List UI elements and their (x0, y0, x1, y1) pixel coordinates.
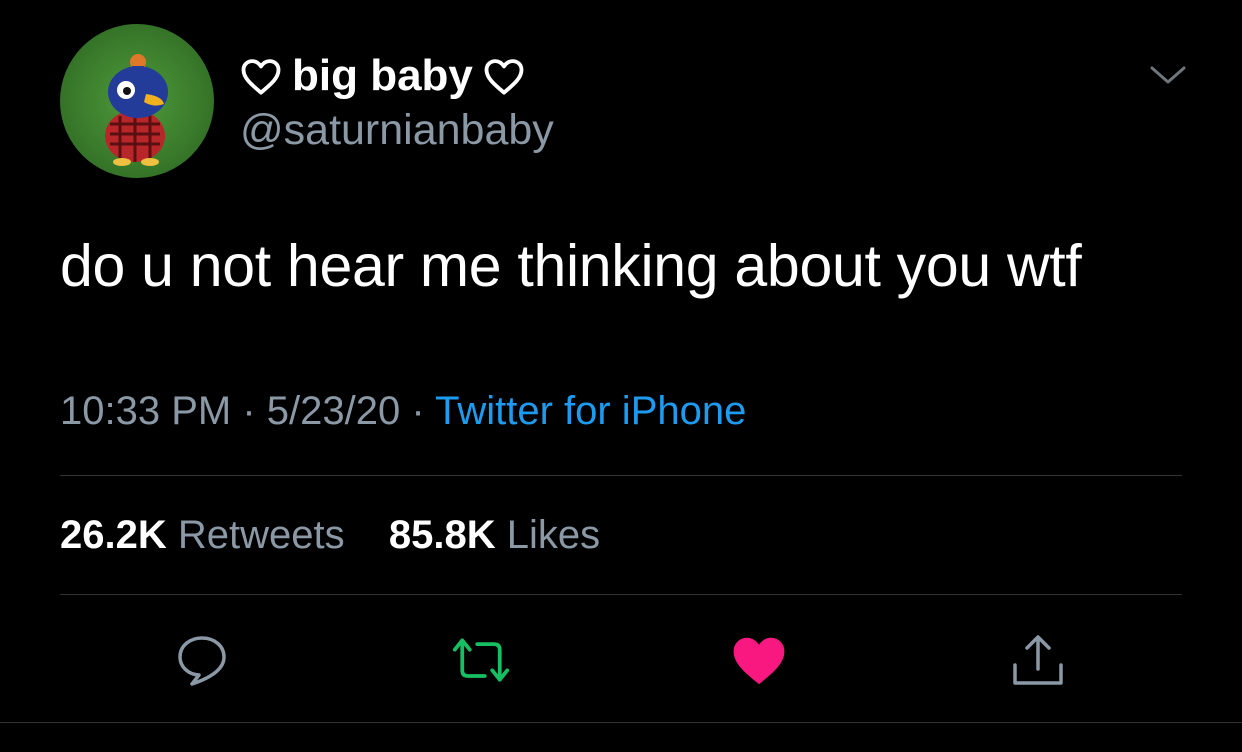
tweet-source-link[interactable]: Twitter for iPhone (435, 389, 746, 433)
heart-filled-icon (733, 637, 785, 685)
engagement-counts: 26.2K Retweets 85.8K Likes (60, 513, 600, 558)
retweets-stat[interactable]: 26.2K Retweets (60, 513, 356, 557)
tweet-time[interactable]: 10:33 PM (60, 389, 231, 433)
divider (60, 594, 1182, 595)
divider (60, 475, 1182, 476)
tweet-text: do u not hear me thinking about you wtf (60, 233, 1082, 299)
meta-separator: · (411, 389, 425, 433)
user-handle[interactable]: @saturnianbaby (240, 106, 554, 155)
like-button[interactable] (729, 630, 789, 690)
retweets-label: Retweets (177, 513, 345, 557)
heart-outline-icon (240, 56, 282, 96)
meta-separator: · (242, 389, 256, 433)
tweet-meta: 10:33 PM · 5/23/20 · Twitter for iPhone (60, 389, 746, 434)
display-name: big baby (292, 51, 473, 100)
reply-button[interactable] (172, 630, 232, 690)
tweet-date[interactable]: 5/23/20 (267, 389, 400, 433)
avatar-image (60, 24, 214, 178)
likes-label: Likes (506, 513, 601, 557)
speech-bubble-icon (178, 636, 226, 686)
share-upload-icon (1013, 635, 1063, 685)
likes-stat[interactable]: 85.8K Likes (389, 513, 600, 557)
share-button[interactable] (1008, 630, 1068, 690)
avatar[interactable] (60, 24, 214, 178)
divider (0, 722, 1242, 723)
retweet-arrows-icon (452, 638, 510, 682)
likes-count: 85.8K (388, 513, 496, 557)
heart-outline-icon (483, 56, 525, 96)
retweets-count: 26.2K (60, 513, 167, 557)
chevron-down-icon[interactable] (1148, 58, 1188, 92)
retweet-button[interactable] (451, 630, 511, 690)
display-name-row[interactable]: big baby (240, 50, 525, 102)
